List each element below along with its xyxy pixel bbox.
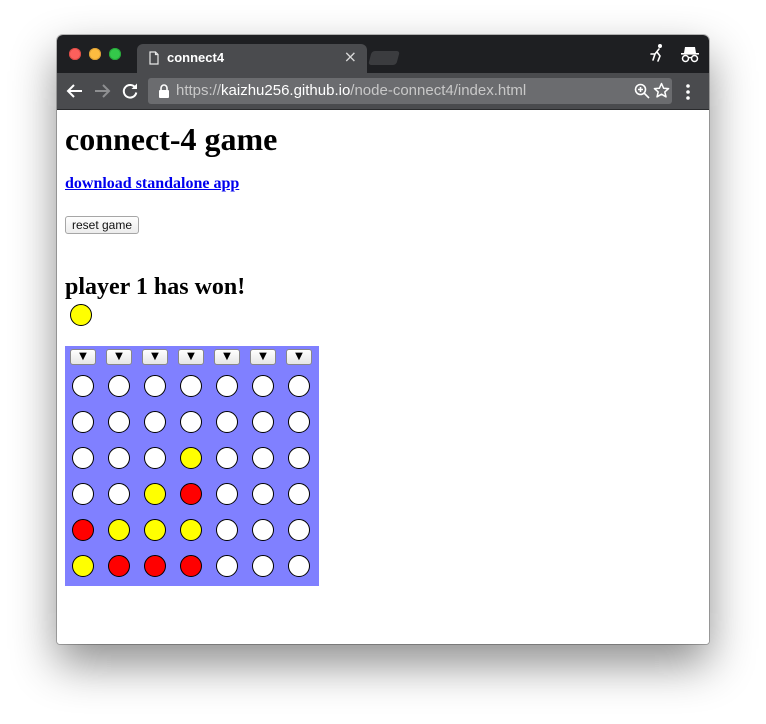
board-cell-r5-c7 — [288, 519, 310, 541]
new-tab-button[interactable] — [368, 51, 400, 65]
drop-column-2-button[interactable]: ▼ — [106, 349, 132, 365]
reload-icon[interactable] — [121, 82, 139, 100]
board-cell-r6-c5 — [216, 555, 238, 577]
board-cell-r4-c2 — [108, 483, 130, 505]
bookmark-star-icon[interactable] — [653, 82, 670, 99]
lock-icon — [159, 84, 169, 98]
board-cell-r4-c7 — [288, 483, 310, 505]
tab-close-button[interactable]: × — [344, 48, 357, 66]
board-cell-r3-c7 — [288, 447, 310, 469]
zoom-icon[interactable] — [634, 83, 650, 99]
page-title: connect-4 game — [65, 121, 278, 157]
board-cell-r1-c3 — [144, 375, 166, 397]
window-close-button[interactable] — [69, 48, 81, 60]
back-arrow-icon[interactable] — [66, 82, 84, 100]
board-cell-r4-c5 — [216, 483, 238, 505]
board-cell-r2-c7 — [288, 411, 310, 433]
board-cell-r6-c3 — [144, 555, 166, 577]
drop-column-3-button[interactable]: ▼ — [142, 349, 168, 365]
board-cell-r1-c7 — [288, 375, 310, 397]
board-cell-r1-c2 — [108, 375, 130, 397]
board-cell-r2-c3 — [144, 411, 166, 433]
kebab-menu-icon[interactable] — [685, 83, 691, 101]
board-cell-r6-c4 — [180, 555, 202, 577]
board-cell-r6-c6 — [252, 555, 274, 577]
board-cell-r4-c3 — [144, 483, 166, 505]
window-minimize-button[interactable] — [89, 48, 101, 60]
title-bar: connect4 × — [57, 35, 709, 73]
browser-toolbar: https://kaizhu256.github.io/node-connect… — [57, 73, 709, 110]
board-cell-r3-c5 — [216, 447, 238, 469]
board-cell-r1-c6 — [252, 375, 274, 397]
board-cell-r3-c3 — [144, 447, 166, 469]
board-cell-r2-c1 — [72, 411, 94, 433]
board-cell-r5-c3 — [144, 519, 166, 541]
incognito-icon — [681, 47, 699, 63]
reset-game-button[interactable]: reset game — [65, 216, 140, 234]
tab-title: connect4 — [167, 50, 225, 65]
address-bar[interactable]: https://kaizhu256.github.io/node-connect… — [148, 78, 672, 104]
board-cell-r3-c1 — [72, 447, 94, 469]
board-cell-r1-c1 — [72, 375, 94, 397]
board-cell-r2-c6 — [252, 411, 274, 433]
url-scheme: https:// — [176, 82, 222, 99]
board-cell-r6-c2 — [108, 555, 130, 577]
board-cell-r5-c4 — [180, 519, 202, 541]
board-cell-r2-c5 — [216, 411, 238, 433]
document-icon — [149, 51, 159, 65]
board-cell-r2-c2 — [108, 411, 130, 433]
board-cell-r1-c4 — [180, 375, 202, 397]
game-board: ▼ ▼ ▼ ▼ ▼ ▼ ▼ — [65, 346, 319, 586]
board-cell-r6-c7 — [288, 555, 310, 577]
forward-arrow-icon[interactable] — [93, 82, 111, 100]
board-cell-r6-c1 — [72, 555, 94, 577]
browser-tab[interactable]: connect4 × — [137, 44, 367, 73]
board-cell-r3-c6 — [252, 447, 274, 469]
game-status: player 1 has won! — [65, 274, 246, 300]
drop-column-6-button[interactable]: ▼ — [250, 349, 276, 365]
url-path: /node-connect4/index.html — [350, 82, 527, 99]
board-cell-r2-c4 — [180, 411, 202, 433]
running-figure-icon — [650, 44, 662, 62]
download-standalone-link[interactable]: download standalone app — [65, 175, 239, 193]
board-cell-r3-c4 — [180, 447, 202, 469]
board-cell-r5-c5 — [216, 519, 238, 541]
board-cell-r5-c6 — [252, 519, 274, 541]
drop-column-5-button[interactable]: ▼ — [214, 349, 240, 365]
current-player-piece — [70, 304, 92, 326]
page-content: connect-4 game download standalone app r… — [57, 110, 709, 644]
window-maximize-button[interactable] — [109, 48, 121, 60]
browser-window: connect4 × https://kaizhu256.github.io/n… — [57, 35, 709, 644]
board-cell-r5-c2 — [108, 519, 130, 541]
url-host: kaizhu256.github.io — [221, 82, 351, 99]
board-cell-r3-c2 — [108, 447, 130, 469]
drop-column-7-button[interactable]: ▼ — [286, 349, 312, 365]
drop-column-4-button[interactable]: ▼ — [178, 349, 204, 365]
board-cell-r4-c1 — [72, 483, 94, 505]
board-cell-r1-c5 — [216, 375, 238, 397]
board-cell-r4-c6 — [252, 483, 274, 505]
url-text: https://kaizhu256.github.io/node-connect… — [176, 82, 526, 99]
board-cell-r5-c1 — [72, 519, 94, 541]
drop-column-1-button[interactable]: ▼ — [70, 349, 96, 365]
board-cell-r4-c4 — [180, 483, 202, 505]
